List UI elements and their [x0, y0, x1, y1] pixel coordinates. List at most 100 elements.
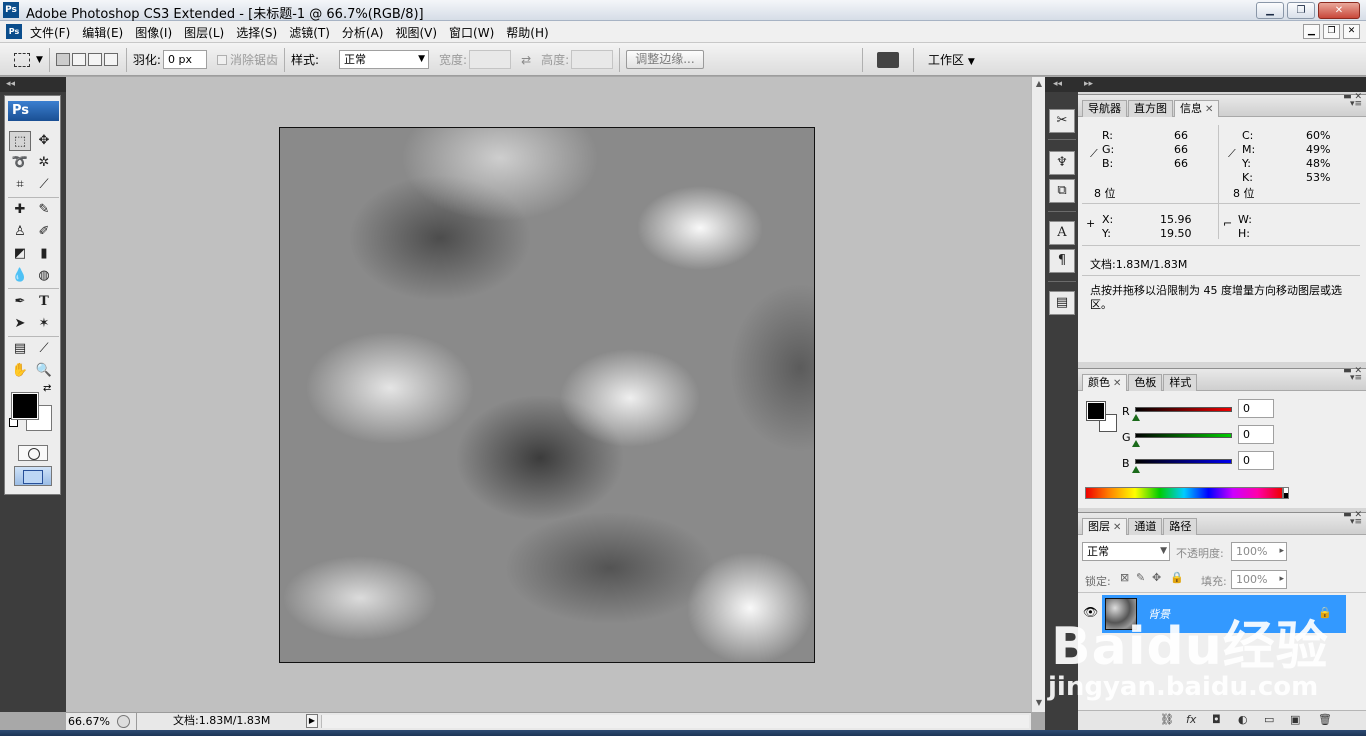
fill-arrow-icon[interactable]: ▸: [1279, 571, 1284, 588]
tab-histogram[interactable]: 直方图: [1128, 100, 1173, 117]
lock-all-icon[interactable]: 🔒: [1170, 571, 1184, 584]
menu-select[interactable]: 选择(S): [230, 24, 283, 41]
ps-menu-icon[interactable]: Ps: [6, 24, 22, 39]
doc-minimize-button[interactable]: ▁: [1303, 24, 1320, 39]
close-button[interactable]: ✕: [1318, 2, 1360, 19]
layer-visibility-eye-icon[interactable]: 👁: [1083, 605, 1098, 619]
tab-styles[interactable]: 样式: [1163, 374, 1198, 391]
bridge-icon[interactable]: [877, 51, 899, 68]
fg-color-chip[interactable]: [1086, 401, 1106, 421]
menu-edit[interactable]: 编辑(E): [76, 24, 129, 41]
swap-dimensions-icon[interactable]: ⇄: [521, 53, 531, 67]
tool-presets-icon[interactable]: ✂: [1049, 109, 1075, 133]
eyedropper-tool-icon[interactable]: ⟋: [33, 339, 55, 359]
color-g-thumb[interactable]: [1132, 440, 1140, 447]
pen-tool-icon[interactable]: ✒: [9, 292, 31, 312]
blur-tool-icon[interactable]: 💧: [9, 266, 31, 286]
eraser-tool-icon[interactable]: ◩: [9, 244, 31, 264]
color-b-thumb[interactable]: [1132, 466, 1140, 473]
panels-expand-icon[interactable]: ▸▸: [1078, 77, 1366, 92]
menu-analysis[interactable]: 分析(A): [336, 24, 390, 41]
menu-filter[interactable]: 滤镜(T): [283, 24, 336, 41]
menu-file[interactable]: 文件(F): [24, 24, 76, 41]
tab-color[interactable]: 颜色 ✕: [1082, 374, 1128, 391]
style-select[interactable]: 正常 ▼: [339, 50, 430, 69]
adjustment-layer-icon[interactable]: ◐: [1238, 713, 1248, 726]
new-layer-icon[interactable]: ▣: [1290, 713, 1300, 726]
gradient-tool-icon[interactable]: ▮: [33, 244, 55, 264]
character-icon[interactable]: A: [1049, 221, 1075, 245]
history-brush-tool-icon[interactable]: ✐: [33, 222, 55, 242]
move-tool-icon[interactable]: ✥: [33, 131, 55, 151]
eyedropper-cmyk-icon[interactable]: ⟋: [1228, 147, 1236, 161]
close-tab-icon[interactable]: ✕: [1205, 104, 1213, 115]
lock-pixels-icon[interactable]: ✎: [1136, 571, 1145, 584]
maximize-button[interactable]: ❐: [1287, 2, 1315, 19]
zoom-tool-icon[interactable]: 🔍: [33, 361, 55, 381]
feather-input[interactable]: 0 px: [162, 50, 207, 69]
status-menu-arrow-icon[interactable]: ▶: [306, 714, 318, 728]
lock-transparency-icon[interactable]: ⊠: [1120, 571, 1129, 584]
zoom-preview-icon[interactable]: [117, 715, 130, 728]
quick-mask-button[interactable]: [18, 445, 48, 461]
close-tab-icon[interactable]: ✕: [1113, 378, 1121, 389]
tab-paths[interactable]: 路径: [1163, 518, 1198, 535]
default-colors-icon[interactable]: [9, 418, 18, 427]
healing-brush-tool-icon[interactable]: ✚: [9, 200, 31, 220]
menu-image[interactable]: 图像(I): [129, 24, 178, 41]
lock-position-icon[interactable]: ✥: [1152, 571, 1161, 584]
slice-tool-icon[interactable]: ⟋: [33, 175, 55, 195]
menu-layer[interactable]: 图层(L): [178, 24, 230, 41]
screen-mode-button[interactable]: [14, 466, 52, 486]
tab-layers[interactable]: 图层 ✕: [1082, 518, 1128, 535]
clone-stamp-tool-icon[interactable]: ♙: [9, 222, 31, 242]
refine-edge-button[interactable]: 调整边缘...: [626, 50, 704, 69]
menu-window[interactable]: 窗口(W): [443, 24, 500, 41]
crop-tool-icon[interactable]: ⌗: [9, 175, 31, 195]
color-g-slider[interactable]: [1135, 433, 1232, 438]
panel-menu-icon[interactable]: ▾≡: [1350, 517, 1362, 527]
brushes-icon[interactable]: ♆: [1049, 151, 1075, 175]
new-group-icon[interactable]: ▭: [1264, 713, 1274, 726]
tab-info[interactable]: 信息 ✕: [1174, 100, 1220, 117]
brush-tool-icon[interactable]: ✎: [33, 200, 55, 220]
layer-style-icon[interactable]: fx: [1186, 713, 1196, 726]
swap-colors-icon[interactable]: ⇄: [43, 383, 51, 394]
hand-tool-icon[interactable]: ✋: [9, 361, 31, 381]
opacity-input[interactable]: 100% ▸: [1231, 542, 1287, 561]
fill-input[interactable]: 100% ▸: [1231, 570, 1287, 589]
collapse-arrows-icon[interactable]: ◂◂: [0, 77, 66, 92]
marquee-tool-preset-icon[interactable]: [14, 52, 30, 67]
color-r-thumb[interactable]: [1132, 414, 1140, 421]
black-white-ramp[interactable]: [1283, 487, 1289, 499]
menu-help[interactable]: 帮助(H): [500, 24, 554, 41]
tab-channels[interactable]: 通道: [1128, 518, 1163, 535]
close-tab-icon[interactable]: ✕: [1113, 522, 1121, 533]
vertical-scrollbar[interactable]: ▲ ▼: [1031, 77, 1045, 712]
panel-menu-icon[interactable]: ▾≡: [1350, 99, 1362, 109]
minimize-button[interactable]: ▁: [1256, 2, 1284, 19]
tab-navigator[interactable]: 导航器: [1082, 100, 1127, 117]
delete-layer-icon[interactable]: 🗑: [1318, 713, 1332, 726]
intersect-selection-icon[interactable]: [103, 53, 118, 66]
opacity-arrow-icon[interactable]: ▸: [1279, 543, 1284, 560]
lasso-tool-icon[interactable]: ➰: [9, 153, 31, 173]
dodge-tool-icon[interactable]: ◍: [33, 266, 55, 286]
notes-tool-icon[interactable]: ▤: [9, 339, 31, 359]
magic-wand-tool-icon[interactable]: ✲: [33, 153, 55, 173]
height-input[interactable]: [571, 50, 614, 69]
color-r-slider[interactable]: [1135, 407, 1232, 412]
new-selection-icon[interactable]: [55, 53, 70, 66]
panel-menu-icon[interactable]: ▾≡: [1350, 373, 1362, 383]
paragraph-icon[interactable]: ¶: [1049, 249, 1075, 273]
scroll-up-icon[interactable]: ▲: [1033, 79, 1045, 91]
color-r-input[interactable]: 0: [1238, 399, 1274, 418]
eyedropper-icon[interactable]: ⟋: [1090, 147, 1098, 161]
zoom-level[interactable]: 66.67%: [68, 715, 110, 728]
scroll-down-icon[interactable]: ▼: [1033, 698, 1045, 710]
marquee-tool-icon[interactable]: ⬚: [9, 131, 31, 151]
color-b-input[interactable]: 0: [1238, 451, 1274, 470]
add-selection-icon[interactable]: [71, 53, 86, 66]
chevron-down-icon[interactable]: ▼: [36, 55, 43, 65]
layer-name[interactable]: 背景: [1148, 606, 1170, 622]
